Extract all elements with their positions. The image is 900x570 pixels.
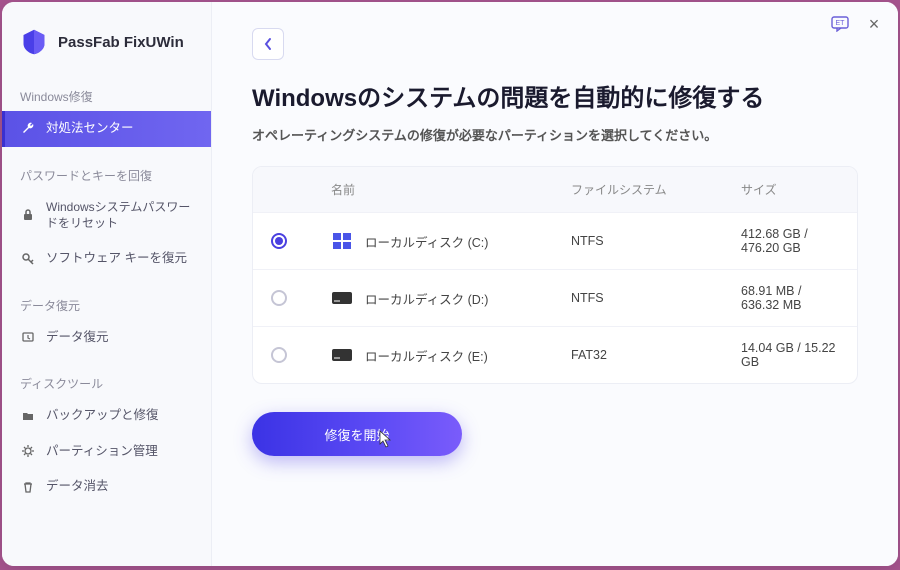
table-header: 名前 ファイルシステム サイズ [253, 167, 857, 212]
sidebar-item-partition[interactable]: パーティション管理 [2, 434, 211, 470]
nav-heading: ディスクツール [2, 365, 211, 398]
col-fs: ファイルシステム [571, 181, 741, 198]
lock-icon [20, 207, 36, 223]
app-logo: PassFab FixUWin [2, 22, 211, 78]
chevron-left-icon [263, 37, 273, 51]
drive-icon [331, 346, 353, 364]
nav-section-recovery: データ復元 データ復元 [2, 287, 211, 356]
svg-text:ET: ET [836, 20, 846, 27]
disk-name: ローカルディスク (C:) [365, 232, 488, 251]
nav-section-disk-tools: ディスクツール バックアップと修復 パーティション管理 データ消去 [2, 365, 211, 505]
col-name: 名前 [331, 181, 571, 198]
disk-fs: NTFS [571, 234, 741, 248]
sidebar-item-solution-center[interactable]: 対処法センター [2, 111, 211, 147]
nav-section-password: パスワードとキーを回復 Windowsシステムパスワードをリセット ソフトウェア… [2, 157, 211, 277]
radio-select[interactable] [271, 290, 287, 306]
sidebar-item-label: Windowsシステムパスワードをリセット [46, 199, 193, 233]
sidebar-item-backup[interactable]: バックアップと修復 [2, 398, 211, 434]
disk-name: ローカルディスク (D:) [365, 289, 488, 308]
wrench-icon [20, 121, 36, 137]
disk-fs: NTFS [571, 291, 741, 305]
sidebar-item-reset-password[interactable]: Windowsシステムパスワードをリセット [2, 190, 211, 242]
col-size: サイズ [741, 181, 839, 198]
nav-heading: データ復元 [2, 287, 211, 320]
app-window: ET × PassFab FixUWin Windows修復 対処法センター パ… [2, 2, 898, 566]
main-content: Windowsのシステムの問題を自動的に修復する オペレーティングシステムの修復… [212, 2, 898, 566]
cursor-icon [378, 430, 392, 448]
gear-icon [20, 443, 36, 459]
app-name: PassFab FixUWin [58, 34, 184, 51]
disk-name: ローカルディスク (E:) [365, 346, 488, 365]
disk-size: 14.04 GB / 15.22 GB [741, 341, 839, 369]
logo-icon [20, 28, 48, 56]
page-title: Windowsのシステムの問題を自動的に修復する [252, 78, 858, 113]
page-subtitle: オペレーティングシステムの修復が必要なパーティションを選択してください。 [252, 125, 858, 144]
sidebar-item-label: 対処法センター [46, 120, 134, 138]
restore-icon [20, 329, 36, 345]
folder-icon [20, 408, 36, 424]
nav-heading: Windows修復 [2, 78, 211, 111]
sidebar-item-label: データ消去 [46, 478, 109, 496]
sidebar-item-label: データ復元 [46, 329, 109, 347]
trash-icon [20, 479, 36, 495]
disk-fs: FAT32 [571, 348, 741, 362]
sidebar-item-wipe[interactable]: データ消去 [2, 469, 211, 505]
close-button[interactable]: × [864, 14, 884, 34]
sidebar: PassFab FixUWin Windows修復 対処法センター パスワードと… [2, 2, 212, 566]
disk-size: 68.91 MB / 636.32 MB [741, 284, 839, 312]
radio-select[interactable] [271, 233, 287, 249]
drive-icon [331, 289, 353, 307]
table-row[interactable]: ローカルディスク (C:) NTFS 412.68 GB / 476.20 GB [253, 212, 857, 269]
sidebar-item-label: ソフトウェア キーを復元 [46, 250, 187, 268]
back-button[interactable] [252, 28, 284, 60]
start-repair-button[interactable]: 修復を開始 [252, 412, 462, 456]
sidebar-item-data-recovery[interactable]: データ復元 [2, 320, 211, 356]
radio-select[interactable] [271, 347, 287, 363]
sidebar-item-label: パーティション管理 [46, 443, 158, 461]
nav-section-repair: Windows修復 対処法センター [2, 78, 211, 147]
sidebar-item-label: バックアップと修復 [46, 407, 159, 425]
windows-icon [331, 232, 353, 250]
titlebar-controls: ET × [830, 14, 884, 34]
sidebar-item-recover-key[interactable]: ソフトウェア キーを復元 [2, 241, 211, 277]
feedback-icon[interactable]: ET [830, 14, 850, 34]
nav-heading: パスワードとキーを回復 [2, 157, 211, 190]
table-row[interactable]: ローカルディスク (E:) FAT32 14.04 GB / 15.22 GB [253, 326, 857, 383]
key-icon [20, 251, 36, 267]
disk-size: 412.68 GB / 476.20 GB [741, 227, 839, 255]
table-row[interactable]: ローカルディスク (D:) NTFS 68.91 MB / 636.32 MB [253, 269, 857, 326]
partition-table: 名前 ファイルシステム サイズ ローカルディスク (C:) NTFS 412.6… [252, 166, 858, 384]
